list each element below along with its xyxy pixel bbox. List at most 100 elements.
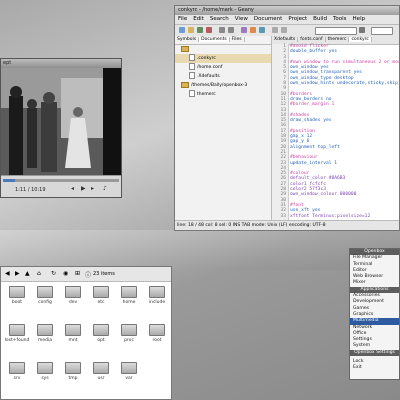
search-icon[interactable] xyxy=(359,27,365,33)
menu-project[interactable]: Project xyxy=(285,16,310,22)
folder-label: boot xyxy=(11,300,23,305)
tree-item[interactable]: .conkyrc xyxy=(175,54,271,63)
time-readout: 1:11 / 10:19 xyxy=(15,187,46,193)
zoom-in-icon[interactable] xyxy=(272,27,278,33)
code-line[interactable]: 33 xftfont Terminus:pixelsize=12 xyxy=(272,214,399,219)
volume-icon[interactable]: ♪ xyxy=(103,185,107,192)
menu-edit[interactable]: Edit xyxy=(190,16,207,22)
file-icon xyxy=(189,63,195,70)
code-lines[interactable]: 1 #avoid flicker 2 double_buffer yes 3 4 #own … xyxy=(272,44,399,223)
player-controls: 1:11 / 10:19 ◂ ▶ ▸ ♪ xyxy=(1,175,121,197)
player-title[interactable]: ept xyxy=(1,59,121,68)
folder-item[interactable]: opt xyxy=(87,324,115,343)
close-file-icon[interactable] xyxy=(206,27,212,33)
compile-icon[interactable] xyxy=(241,27,247,33)
run-icon[interactable] xyxy=(250,27,256,33)
up-icon[interactable]: ▲ xyxy=(25,270,30,277)
menu-view[interactable]: View xyxy=(232,16,251,22)
menu-item[interactable]: Exit xyxy=(350,365,399,371)
refresh-icon[interactable]: ↻ xyxy=(51,270,56,277)
folder-icon xyxy=(181,81,189,88)
toggle-icon[interactable]: ⊞ xyxy=(75,270,80,277)
folder-label: usr xyxy=(97,376,105,381)
folder-item[interactable]: var xyxy=(115,362,143,381)
folder-item[interactable]: srv xyxy=(3,362,31,381)
fm-toolbar: ◀ ▶ ▲ ⌂ ↻ ◉ ⊞ ⓘ 23 items xyxy=(1,267,171,282)
file-manager-window: ◀ ▶ ▲ ⌂ ↻ ◉ ⊞ ⓘ 23 items boot config dev et… xyxy=(0,266,172,400)
folder-icon xyxy=(121,362,137,374)
geany-title: conkyrc - /home/mark - Geany xyxy=(175,6,399,15)
tree-item-label: /themes/Bally/openbox-3 xyxy=(191,83,248,88)
back-icon[interactable]: ◀ xyxy=(5,270,10,277)
tree-item[interactable]: .Xdefaults xyxy=(175,72,271,81)
save-icon[interactable] xyxy=(197,27,203,33)
folder-label: root xyxy=(152,338,162,343)
menu-tools[interactable]: Tools xyxy=(330,16,350,22)
folder-item[interactable]: etc xyxy=(87,286,115,305)
next-icon[interactable]: ▸ xyxy=(91,185,94,192)
play-icon[interactable]: ▶ xyxy=(81,185,86,192)
home-icon[interactable]: ⌂ xyxy=(37,270,41,277)
folder-item[interactable]: config xyxy=(31,286,59,305)
folder-item[interactable]: media xyxy=(31,324,59,343)
folder-item[interactable]: home xyxy=(115,286,143,305)
folder-item[interactable]: boot xyxy=(3,286,31,305)
folder-label: etc xyxy=(97,300,105,305)
line-text: default_color #8A6B3 xyxy=(290,176,346,182)
video-frame[interactable] xyxy=(1,68,105,178)
undo-icon[interactable] xyxy=(219,27,225,33)
geany-statusbar: line: 18 / 48 col: 8 sel: 0 INS TAB mode… xyxy=(175,220,399,230)
redo-icon[interactable] xyxy=(228,27,234,33)
folder-item[interactable]: dev xyxy=(59,286,87,305)
editor-tab[interactable]: themerc xyxy=(325,37,350,42)
open-file-icon[interactable] xyxy=(188,27,194,33)
folder-icon xyxy=(65,362,81,374)
line-text: color1 fcfcfc xyxy=(290,181,326,187)
line-text: gap_y 6 xyxy=(290,139,310,145)
tree-item[interactable]: /home.conf xyxy=(175,63,271,72)
menu-search[interactable]: Search xyxy=(207,16,232,22)
tree-item[interactable] xyxy=(175,45,271,54)
new-file-icon[interactable] xyxy=(179,27,185,33)
menu-build[interactable]: Build xyxy=(310,16,330,22)
seek-bar[interactable] xyxy=(3,179,119,182)
view-icon[interactable]: ◉ xyxy=(63,270,68,277)
menu-help[interactable]: Help xyxy=(350,16,369,22)
line-text: draw_shades yes xyxy=(290,118,332,124)
code-editor[interactable]: Xdefaults fonts.conf themerc conkyrc 1 #avoi… xyxy=(272,36,399,223)
folder-label: proc xyxy=(124,338,134,343)
folder-item[interactable]: root xyxy=(143,324,171,343)
folder-label: var xyxy=(125,376,133,381)
editor-tab[interactable]: conkyrc xyxy=(349,37,372,42)
goto-line-input[interactable] xyxy=(371,27,393,35)
line-text: own_window_transparent yes xyxy=(290,70,362,76)
folder-label: media xyxy=(37,338,53,343)
info-icon[interactable]: ⓘ xyxy=(85,270,91,279)
folder-item[interactable]: include xyxy=(143,286,171,305)
editor-tab[interactable]: fonts.conf xyxy=(298,37,326,42)
folder-item[interactable]: sys xyxy=(31,362,59,381)
prev-icon[interactable]: ◂ xyxy=(71,185,74,192)
search-input[interactable] xyxy=(315,27,357,35)
editor-tab[interactable]: Xdefaults xyxy=(272,37,299,42)
folder-item[interactable]: mnt xyxy=(59,324,87,343)
folder-item[interactable]: lost+found xyxy=(3,324,31,343)
video-letterbox xyxy=(103,68,121,178)
forward-icon[interactable]: ▶ xyxy=(15,270,20,277)
sidebar-tab-documents[interactable]: Documents xyxy=(199,37,230,42)
folder-item[interactable]: proc xyxy=(115,324,143,343)
folder-icon xyxy=(9,286,25,298)
menu-document[interactable]: Document xyxy=(251,16,286,22)
color-chooser-icon[interactable] xyxy=(259,27,265,33)
menu-file[interactable]: File xyxy=(175,16,190,22)
line-text: #position xyxy=(290,128,315,134)
sidebar-tab-files[interactable]: Files xyxy=(229,37,245,42)
sidebar-tab-symbols[interactable]: Symbols xyxy=(175,37,200,42)
tree-item[interactable]: /themes/Bally/openbox-3 xyxy=(175,81,271,90)
folder-item[interactable]: usr xyxy=(87,362,115,381)
folder-label: srv xyxy=(13,376,21,381)
zoom-out-icon[interactable] xyxy=(281,27,287,33)
folder-item[interactable]: tmp xyxy=(59,362,87,381)
tree-item[interactable]: themerc xyxy=(175,90,271,99)
tree-item-label: /home.conf xyxy=(197,65,223,70)
